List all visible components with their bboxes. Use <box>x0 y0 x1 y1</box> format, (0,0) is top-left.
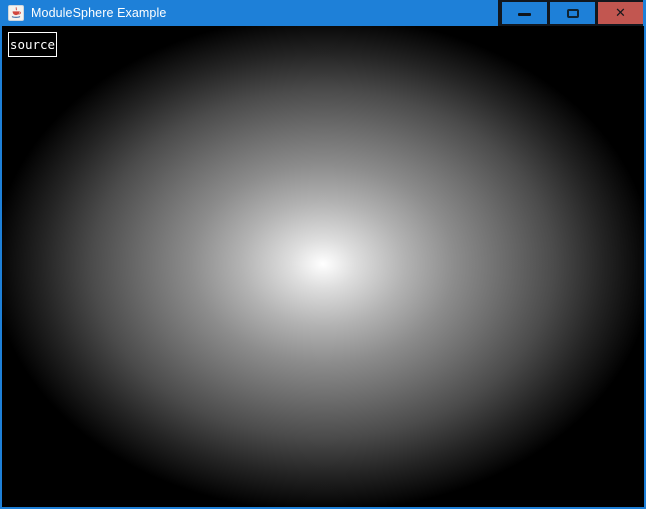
maximize-icon <box>567 9 579 18</box>
window-controls: ✕ <box>498 0 643 26</box>
window-title: ModuleSphere Example <box>31 6 166 20</box>
source-label: source <box>8 32 57 57</box>
minimize-icon <box>518 13 531 16</box>
app-window: ModuleSphere Example ✕ source <box>0 0 646 509</box>
java-app-icon[interactable] <box>8 5 24 21</box>
sphere-glow <box>2 26 644 507</box>
close-button[interactable]: ✕ <box>598 2 643 24</box>
minimize-button[interactable] <box>502 2 547 24</box>
maximize-button[interactable] <box>550 2 595 24</box>
java-coffee-cup-icon <box>10 7 22 19</box>
render-viewport[interactable]: source <box>2 26 644 507</box>
close-icon: ✕ <box>615 7 626 20</box>
